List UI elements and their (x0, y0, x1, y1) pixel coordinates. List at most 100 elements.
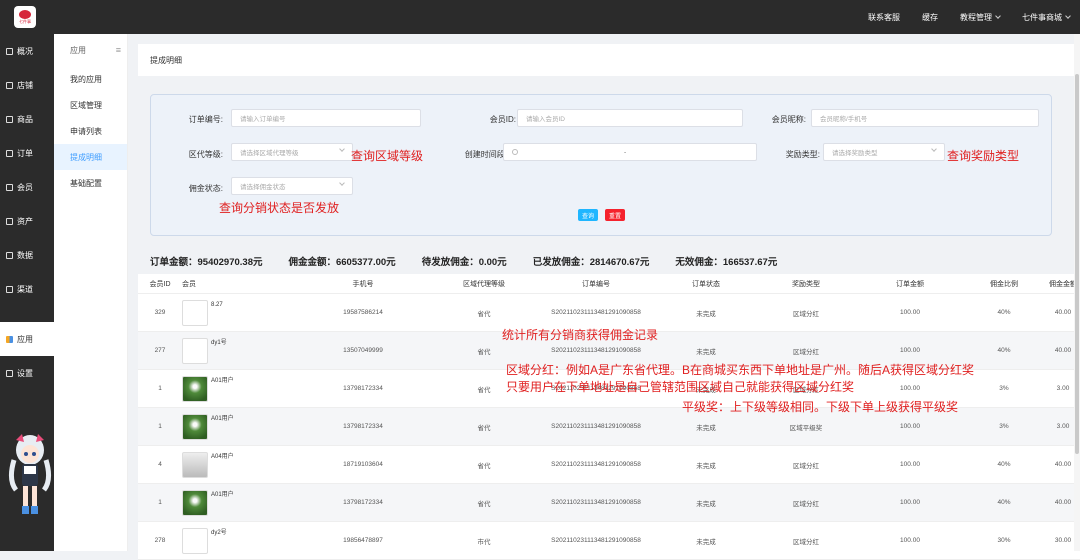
clock-icon (512, 149, 518, 155)
avatar (182, 489, 208, 516)
commission-status-select[interactable]: 请选择佣金状态 (231, 177, 353, 195)
table-cell-ratio: 40% (997, 461, 1011, 468)
table-cell-phone: 13798172334 (343, 385, 383, 392)
summary-stat: 已发放佣金：2814670.67元 (532, 257, 650, 268)
sidebar-item-label: 渠道 (17, 284, 33, 294)
table-cell-reward: 区域平级奖 (789, 424, 823, 432)
top-nav: 联系客服 缓存 教程管理 七件事商城 (846, 0, 1071, 34)
member-name: A01用户 (211, 492, 234, 499)
asset-icon (6, 217, 13, 225)
table-cell-amount: 100.00 (900, 537, 920, 544)
annotation-peer-bonus: 平级奖：上下级等级相同。下级下单上级获得平级奖 (682, 400, 959, 414)
sidebar-item-label: 会员 (17, 182, 33, 192)
sidebar-item-label: 店铺 (17, 80, 33, 90)
table-cell-ratio: 3% (999, 385, 1009, 392)
column-header: 佣金比例 (990, 280, 1018, 288)
column-header: 订单金额 (896, 280, 924, 288)
annotation-stats: 统计所有分销商获得佣金记录 (502, 328, 659, 342)
avatar (182, 527, 208, 554)
table-row: 278 dy2号 19856478897 市代 S2021102311134812910… (138, 522, 1080, 560)
brand-logo[interactable]: 七件事 (14, 6, 36, 28)
region-level-select[interactable]: 请选择区域代理等级 (231, 143, 353, 161)
subnav-item[interactable]: 区域管理 (54, 92, 127, 118)
summary-stat: 无效佣金：166537.67元 (675, 257, 778, 268)
table-cell-level: 省代 (477, 310, 491, 318)
top-nav-item[interactable]: 联系客服 (868, 12, 900, 23)
chevron-down-icon (339, 146, 345, 152)
summary-stat: 待发放佣金：0.00元 (421, 257, 507, 268)
annotation-commission-status: 查询分销状态是否发放 (219, 201, 340, 215)
top-nav-item[interactable]: 教程管理 (960, 12, 1001, 23)
filter-panel: 订单编号: 请输入订单编号 会员ID: 请输入会员ID 会员昵称: 会员昵称/手… (150, 94, 1052, 236)
member-id-input[interactable]: 请输入会员ID (517, 109, 743, 127)
sidebar-item[interactable]: 数据 (0, 238, 54, 272)
table-cell-order: S20211023111348129109085​8 (551, 423, 641, 430)
subnav-item[interactable]: 申请列表 (54, 118, 127, 144)
top-nav-label: 教程管理 (960, 12, 992, 22)
reward-type-select[interactable]: 请选择奖励类型 (823, 143, 945, 161)
chevron-down-icon (1065, 12, 1071, 19)
top-bar: 七件事 联系客服 缓存 教程管理 七件事商城 (0, 0, 1080, 34)
order-no-input[interactable]: 请输入订单编号 (231, 109, 421, 127)
member-icon (6, 183, 13, 191)
table-cell-amount: 100.00 (900, 347, 920, 354)
table-cell-reward: 区域分红 (793, 310, 819, 318)
sidebar-item[interactable]: 设置 (0, 356, 54, 390)
subnav-item[interactable]: 我的应用 (54, 66, 127, 92)
column-header: 奖励类型 (792, 280, 820, 288)
main-content: 提成明细 订单编号: 请输入订单编号 会员ID: 请输入会员ID 会员昵称: 会… (138, 44, 1080, 560)
table-cell-amount: 100.00 (900, 423, 920, 430)
reset-button[interactable]: 重置 (605, 209, 626, 221)
sidebar-item[interactable]: 商品 (0, 102, 54, 136)
member-nick-label: 会员昵称: (771, 115, 806, 124)
table-cell-id: 278 (154, 537, 166, 544)
commission-status-placeholder: 请选择佣金状态 (240, 184, 286, 191)
monitor-icon (6, 47, 13, 55)
sub-nav: 应用 ≡ 我的应用 区域管理 申请列表 提成明细 基础配置 (54, 34, 128, 551)
subnav-item[interactable]: 基础配置 (54, 170, 127, 196)
table-cell-phone: 19587586214 (343, 309, 383, 316)
top-nav-item[interactable]: 缓存 (922, 12, 938, 23)
table-cell-id: 4 (158, 461, 162, 468)
table-cell-phone: 13507049999 (343, 347, 383, 354)
settings-icon (6, 369, 13, 377)
table-cell-phone: 19856478897 (343, 537, 383, 544)
created-time-range[interactable]: - (503, 143, 757, 161)
table-cell-amount: 100.00 (900, 309, 920, 316)
member-cell: A01用户 (182, 413, 292, 440)
page-scrollbar[interactable] (1074, 34, 1080, 551)
sidebar-item[interactable]: 概况 (0, 34, 54, 68)
sidebar-item[interactable]: 店铺 (0, 68, 54, 102)
table-cell-reward: 区域分红 (793, 462, 819, 470)
sidebar-item[interactable]: 资产 (0, 204, 54, 238)
annotation-reward-type: 查询奖励类型 (947, 149, 1020, 163)
search-button[interactable]: 查询 (578, 209, 599, 221)
time-range-separator: - (624, 148, 627, 156)
table-cell-ratio: 40% (997, 347, 1011, 354)
column-header: 会员ID (149, 280, 171, 288)
app-icon (6, 335, 13, 343)
sidebar-item-label: 订单 (17, 148, 33, 158)
table-header: 会员ID 会员 手机号 区域代理等级 订单编号 订单状态 奖励类型 订单金额 佣金比例 佣金金额 (138, 274, 1080, 294)
sidebar-item-label: 资产 (17, 216, 33, 226)
reward-type-placeholder: 请选择奖励类型 (832, 150, 878, 157)
top-nav-item[interactable]: 七件事商城 (1022, 12, 1071, 23)
data-icon (6, 251, 13, 259)
member-nick-input[interactable]: 会员昵称/手机号 (811, 109, 1039, 127)
sidebar-item[interactable]: 应用 (0, 322, 54, 356)
channel-icon (6, 285, 13, 293)
scrollbar-thumb[interactable] (1075, 74, 1079, 454)
collapse-menu-icon[interactable]: ≡ (116, 45, 121, 55)
table-row: 4 A04用户 18719103604 省代 S20211023111348129109… (138, 446, 1080, 484)
sidebar-item[interactable]: 渠道 (0, 272, 54, 306)
top-nav-label: 联系客服 (868, 12, 900, 22)
avatar (182, 337, 208, 364)
sidebar-item[interactable]: 订单 (0, 136, 54, 170)
table-cell-level: 省代 (477, 424, 491, 432)
mascot-image (8, 434, 52, 514)
subnav-item[interactable]: 提成明细 (54, 144, 127, 170)
table-cell-ratio: 40% (997, 309, 1011, 316)
member-cell: A04用户 (182, 451, 292, 478)
sidebar-item[interactable]: 会员 (0, 170, 54, 204)
table-cell-status: 未完成 (696, 310, 716, 318)
